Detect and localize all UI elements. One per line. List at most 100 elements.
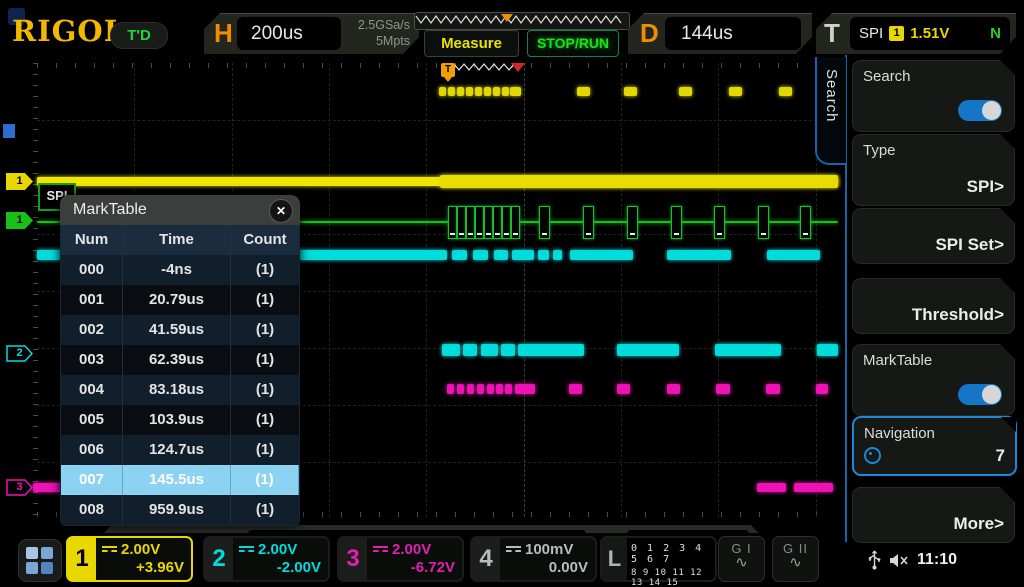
- search-marks: [475, 87, 482, 96]
- search-marks: [679, 87, 692, 96]
- hex-value-field[interactable]: XX: [627, 530, 749, 533]
- bin-value-field[interactable]: XXXX XXXX: [248, 530, 586, 533]
- sine-wave-icon: ∿: [773, 556, 818, 570]
- marktable-header[interactable]: MarkTable ✕: [60, 195, 300, 225]
- grid-square: [26, 547, 38, 559]
- chevron-right-icon: >: [994, 514, 1004, 533]
- ch2-trace: [463, 344, 477, 356]
- channel-1-number: 1: [68, 538, 96, 580]
- close-icon[interactable]: ✕: [269, 199, 293, 223]
- grid-square: [41, 562, 53, 574]
- trigger-position-flag[interactable]: T: [441, 63, 455, 77]
- generator2-button[interactable]: G II ∿: [772, 536, 819, 582]
- hex-label: Hex: [590, 525, 620, 533]
- cyan-data-high: [767, 250, 820, 260]
- menu-item-more[interactable]: More>: [852, 487, 1015, 543]
- sine-wave-icon: ∿: [719, 556, 764, 570]
- generator1-button[interactable]: G I ∿: [718, 536, 765, 582]
- horizontal-panel[interactable]: H 200us 2.5GSa/s 5Mpts: [204, 13, 419, 54]
- timebase-box[interactable]: 200us: [237, 17, 341, 50]
- gridline-v: [426, 63, 427, 517]
- logic-channels-box[interactable]: L 0 1 2 3 4 5 6 7 8 9 10 11 12 13 14 15: [600, 536, 717, 582]
- dc-coupling-icon: [239, 545, 254, 554]
- ch2-trace: [442, 344, 460, 356]
- search-marks: [466, 87, 473, 96]
- memory-position-bar[interactable]: [414, 12, 630, 30]
- channel-marker-2[interactable]: 2: [6, 345, 33, 362]
- delay-box[interactable]: 144us: [665, 17, 801, 50]
- menu-item-spi-set[interactable]: SPI Set>: [852, 208, 1015, 264]
- gridline-v: [329, 63, 330, 517]
- gridline-v: [524, 63, 525, 517]
- marktable-row-000[interactable]: 000-4ns(1): [61, 255, 299, 285]
- trigger-status-badge: T'D: [110, 22, 168, 49]
- marktable-row-002[interactable]: 00241.59us(1): [61, 315, 299, 345]
- magenta-data: [467, 384, 474, 394]
- magenta-data: [569, 384, 582, 394]
- chevron-right-icon: >: [994, 235, 1004, 254]
- top-ruler: [37, 63, 817, 68]
- search-marks: [624, 87, 637, 96]
- channel-3-box[interactable]: 32.00V-6.72V: [337, 536, 464, 582]
- decode-value-bar: Bin XXXX XXXX Hex XX: [95, 525, 763, 533]
- magenta-data: [667, 384, 680, 394]
- menu-item-search[interactable]: Search: [852, 60, 1015, 132]
- left-ruler: [33, 63, 38, 517]
- gridline-h: [37, 120, 817, 121]
- spi-decode-frame: [539, 206, 550, 239]
- stop-run-button[interactable]: STOP/RUN: [527, 30, 619, 57]
- search-toggle-on[interactable]: [958, 100, 1002, 121]
- menu-sidebar: Search Type SPI> SPI Set> Threshold> Mar…: [845, 55, 1024, 544]
- marktable-row-001[interactable]: 00120.79us(1): [61, 285, 299, 315]
- trigger-label: T: [824, 13, 840, 54]
- channel-2-box[interactable]: 22.00V-2.00V: [203, 536, 330, 582]
- marktable-title: MarkTable: [73, 195, 147, 225]
- menu-item-navigation[interactable]: Navigation 7: [852, 416, 1017, 476]
- marktable-row-006[interactable]: 006124.7us(1): [61, 435, 299, 465]
- channel-2-number: 2: [205, 538, 233, 580]
- search-marks: [510, 87, 521, 96]
- search-marks: [502, 87, 509, 96]
- channel-marker-1[interactable]: 1: [6, 173, 33, 190]
- channel-marker-1[interactable]: 1: [6, 212, 33, 229]
- channel-scale: 2.00V: [392, 541, 431, 558]
- spi-decode-frame: [627, 206, 638, 239]
- marktable-body: NumTimeCount000-4ns(1)00120.79us(1)00241…: [60, 225, 300, 526]
- channel-marker-3[interactable]: 3: [6, 479, 33, 496]
- ch3-trace: [757, 483, 786, 492]
- channel-offset: 0.00V: [506, 559, 588, 576]
- grid-square: [41, 547, 53, 559]
- speaker-muted-icon: [889, 552, 909, 569]
- marktable-row-005[interactable]: 005103.9us(1): [61, 405, 299, 435]
- trigger-box[interactable]: SPI 1 1.51V N: [850, 17, 1010, 50]
- channel-1-box[interactable]: 12.00V+3.96V: [66, 536, 193, 582]
- search-marks: [484, 87, 491, 96]
- marktable-row-007[interactable]: 007145.5us(1): [61, 465, 299, 495]
- ch2-trace: [481, 344, 498, 356]
- magenta-data: [617, 384, 630, 394]
- delay-label: D: [640, 13, 659, 54]
- spi-decode-frame: [493, 206, 502, 239]
- ch2-trace: [501, 344, 515, 356]
- dc-coupling-icon: [506, 545, 521, 554]
- measure-button[interactable]: Measure: [424, 30, 519, 57]
- logic-label: L: [602, 538, 627, 580]
- delay-panel[interactable]: D 144us: [628, 13, 812, 54]
- menu-item-marktable[interactable]: MarkTable: [852, 344, 1015, 416]
- menu-item-type[interactable]: Type SPI>: [852, 134, 1015, 206]
- search-side-tab[interactable]: Search: [815, 57, 846, 165]
- menu-grid-button[interactable]: [18, 539, 62, 582]
- clock: 11:10: [917, 551, 957, 569]
- toggle-knob: [982, 385, 1001, 404]
- search-marks: [439, 87, 446, 96]
- marktable-row-008[interactable]: 008959.9us(1): [61, 495, 299, 525]
- marktable-header-row[interactable]: NumTimeCount: [61, 225, 299, 255]
- marktable-toggle-on[interactable]: [958, 384, 1002, 405]
- trigger-panel[interactable]: T SPI 1 1.51V N: [816, 13, 1016, 54]
- search-marks: [457, 87, 464, 96]
- marktable-row-003[interactable]: 00362.39us(1): [61, 345, 299, 375]
- channel-4-box[interactable]: 4100mV0.00V: [470, 536, 597, 582]
- marktable-row-004[interactable]: 00483.18us(1): [61, 375, 299, 405]
- chevron-right-icon: >: [994, 305, 1004, 324]
- menu-item-threshold[interactable]: Threshold>: [852, 278, 1015, 334]
